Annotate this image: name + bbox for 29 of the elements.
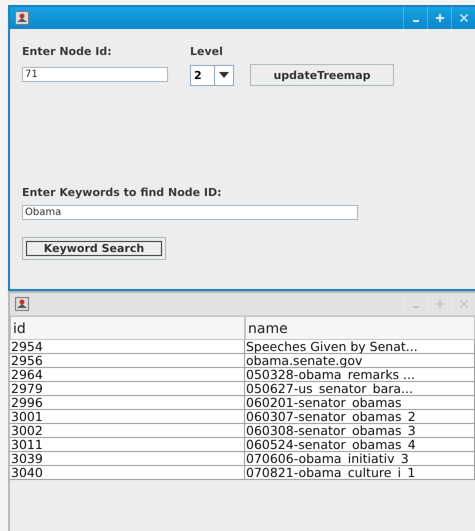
table-cell: 3011 [10,438,245,452]
table-cell: 3039 [10,452,245,466]
keyword-field[interactable]: Obama [22,205,358,220]
table-cell: 3040 [10,466,245,480]
table-cell: 060201-senator_obamas_ [245,396,475,410]
table-cell: 3001 [10,410,245,424]
column-header[interactable]: name [245,316,475,340]
field-label: Level [190,45,223,58]
table-cell: 2954 [10,340,245,354]
caret-icon [219,72,229,78]
node-id-field[interactable]: 71 [22,67,168,82]
table-cell: 060308-senator_obamas_3 [245,424,475,438]
table-cell: 060524-senator_obamas_4 [245,438,475,452]
field-label: Enter Node Id: [22,45,112,58]
table-cell: 2964 [10,368,245,382]
table-cell: 3002 [10,424,245,438]
app-icon [15,297,29,311]
level-dropdown[interactable]: 2 [190,64,234,86]
table-cell: 060307-senator_obamas_2 [245,410,475,424]
table-cell: 070821-obama_culture_i_1 [245,466,475,480]
table-cell: 2979 [10,382,245,396]
app-icon [15,11,29,25]
column-header[interactable]: id [10,316,245,340]
table-cell: 2956 [10,354,245,368]
table-cell: 050328-obama_remarks ... [245,368,475,382]
field-label: Enter Keywords to find Node ID: [22,186,222,199]
table-cell: 2996 [10,396,245,410]
keyword-search-button[interactable]: Keyword Search [22,237,166,260]
update-treemap-button[interactable]: updateTreemap [250,64,394,86]
